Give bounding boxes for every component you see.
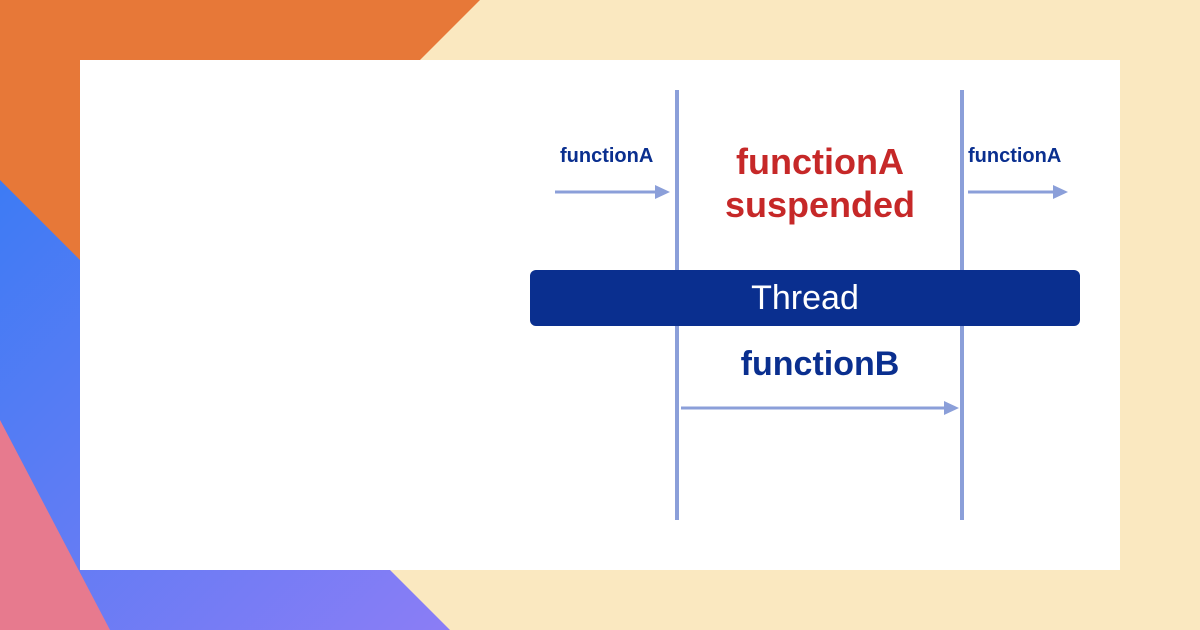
diagram-card: functionA functionA suspended functionA … xyxy=(80,60,1120,570)
label-functionA-after: functionA xyxy=(968,145,1061,168)
label-functionB: functionB xyxy=(690,345,950,384)
arrow-functionB xyxy=(681,398,959,418)
suspend-thread-diagram: functionA functionA suspended functionA … xyxy=(460,90,1080,520)
label-functionA-suspended: functionA suspended xyxy=(690,140,950,226)
arrow-functionA-resume xyxy=(968,182,1068,202)
suspended-line2: suspended xyxy=(725,184,915,225)
suspended-line1: functionA xyxy=(736,141,904,182)
thread-bar: Thread xyxy=(530,270,1080,326)
thread-label: Thread xyxy=(751,279,859,318)
label-functionA-before: functionA xyxy=(560,145,653,168)
arrow-functionA-enter xyxy=(555,182,670,202)
